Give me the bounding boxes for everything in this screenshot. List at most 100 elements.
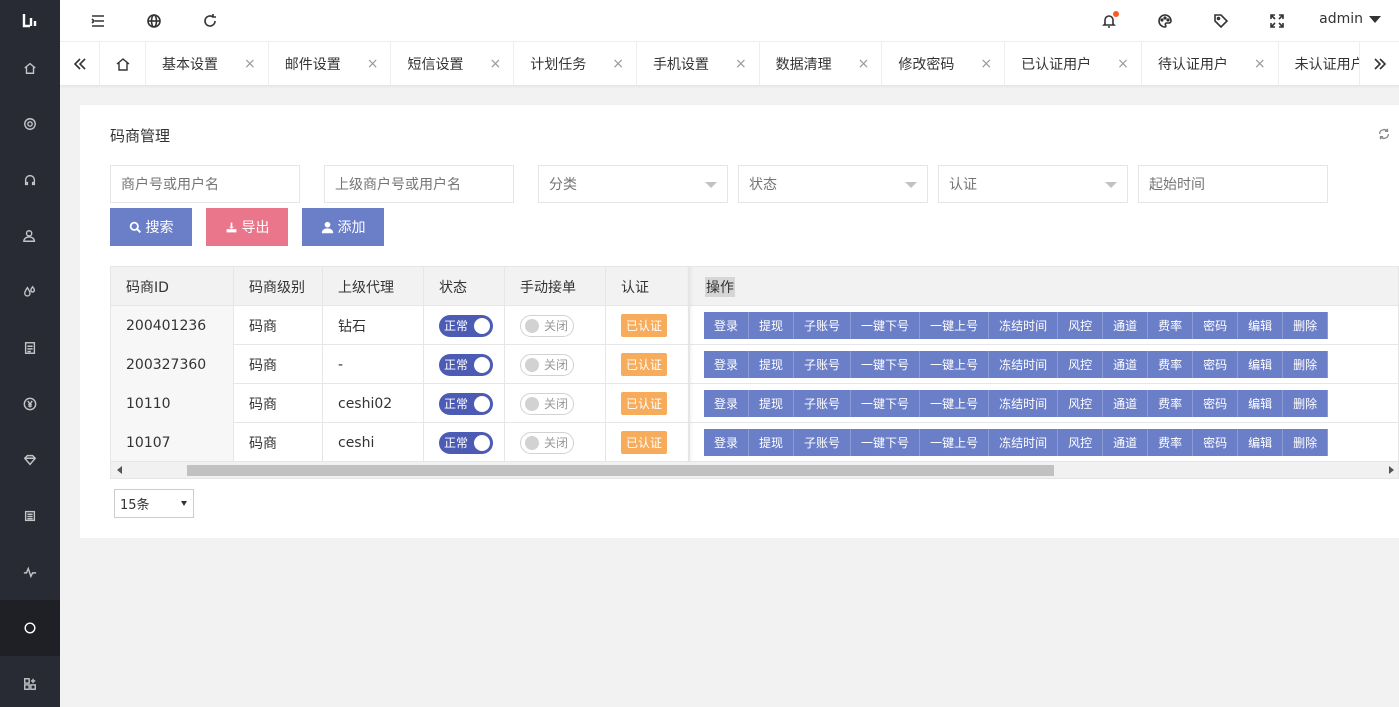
col-header-id[interactable]: 码商ID	[111, 267, 234, 306]
tab-scroll-right-button[interactable]	[1359, 42, 1399, 85]
palette-icon[interactable]	[1156, 12, 1174, 30]
action-button[interactable]: 风控	[1058, 429, 1104, 456]
action-button[interactable]: 费率	[1148, 351, 1194, 378]
sidebar-item-apps[interactable]	[0, 656, 60, 707]
close-icon[interactable]: ×	[1117, 56, 1129, 72]
action-button[interactable]: 编辑	[1238, 429, 1284, 456]
action-button[interactable]: 通道	[1103, 390, 1149, 417]
manual-order-switch[interactable]: 关闭	[520, 314, 574, 337]
sidebar-item-active[interactable]	[0, 600, 60, 656]
status-select[interactable]: 状态	[738, 165, 928, 203]
action-button[interactable]: 登录	[704, 312, 750, 339]
action-button[interactable]: 费率	[1148, 312, 1194, 339]
action-button[interactable]: 子账号	[794, 429, 852, 456]
status-switch[interactable]: 正常	[439, 314, 493, 337]
sidebar-item-support[interactable]	[0, 152, 60, 208]
menu-fold-icon[interactable]	[89, 12, 107, 30]
action-button[interactable]: 子账号	[794, 351, 852, 378]
scroll-right-arrow-icon[interactable]	[1389, 466, 1394, 474]
action-button[interactable]: 登录	[704, 351, 750, 378]
tab-item[interactable]: 手机设置 ×	[637, 42, 760, 85]
action-button[interactable]: 提现	[749, 312, 795, 339]
sidebar-item-settings[interactable]	[0, 96, 60, 152]
tab-item[interactable]: 计划任务 ×	[514, 42, 637, 85]
manual-order-switch[interactable]: 关闭	[520, 353, 574, 376]
action-button[interactable]: 子账号	[794, 312, 852, 339]
export-button[interactable]: 导出	[206, 208, 288, 246]
action-button[interactable]: 风控	[1058, 312, 1104, 339]
tab-scroll-left-button[interactable]	[60, 42, 100, 85]
action-button[interactable]: 一键下号	[851, 312, 921, 339]
close-icon[interactable]: ×	[858, 56, 870, 72]
manual-order-switch[interactable]: 关闭	[520, 431, 574, 454]
tab-item[interactable]: 待认证用户 ×	[1142, 42, 1279, 85]
action-button[interactable]: 通道	[1103, 351, 1149, 378]
status-switch[interactable]: 正常	[439, 353, 493, 376]
action-button[interactable]: 一键上号	[920, 429, 990, 456]
action-button[interactable]: 提现	[749, 351, 795, 378]
merchant-search-input[interactable]: 商户号或用户名	[110, 165, 300, 203]
tab-item[interactable]: 短信设置 ×	[391, 42, 515, 85]
action-button[interactable]: 删除	[1283, 312, 1329, 339]
close-icon[interactable]: ×	[489, 56, 501, 72]
action-button[interactable]: 登录	[704, 390, 750, 417]
close-icon[interactable]: ×	[735, 56, 747, 72]
fullscreen-icon[interactable]	[1268, 12, 1286, 30]
action-button[interactable]: 编辑	[1238, 390, 1284, 417]
action-button[interactable]: 冻结时间	[989, 429, 1059, 456]
sidebar-item-home[interactable]	[0, 40, 60, 96]
action-button[interactable]: 密码	[1193, 390, 1239, 417]
refresh-icon[interactable]	[201, 12, 219, 30]
scroll-thumb[interactable]	[187, 465, 1054, 476]
action-button[interactable]: 冻结时间	[989, 390, 1059, 417]
manual-order-switch[interactable]: 关闭	[520, 392, 574, 415]
action-button[interactable]: 编辑	[1238, 312, 1284, 339]
action-button[interactable]: 子账号	[794, 390, 852, 417]
status-switch[interactable]: 正常	[439, 392, 493, 415]
action-button[interactable]: 一键下号	[851, 351, 921, 378]
action-button[interactable]: 一键下号	[851, 390, 921, 417]
logo[interactable]	[0, 0, 60, 40]
action-button[interactable]: 提现	[749, 390, 795, 417]
sidebar-item-finance[interactable]	[0, 376, 60, 432]
action-button[interactable]: 提现	[749, 429, 795, 456]
start-time-input[interactable]: 起始时间	[1138, 165, 1328, 203]
action-button[interactable]: 删除	[1283, 390, 1329, 417]
action-button[interactable]: 删除	[1283, 351, 1329, 378]
sidebar-item-list[interactable]	[0, 488, 60, 544]
status-switch[interactable]: 正常	[439, 431, 493, 454]
action-button[interactable]: 编辑	[1238, 351, 1284, 378]
sidebar-item-diamond[interactable]	[0, 432, 60, 488]
col-header-manual[interactable]: 手动接单	[505, 267, 606, 306]
action-button[interactable]: 冻结时间	[989, 351, 1059, 378]
close-icon[interactable]: ×	[980, 56, 992, 72]
col-header-actions[interactable]: 操作	[690, 267, 1398, 306]
tab-item[interactable]: 数据清理 ×	[760, 42, 883, 85]
close-icon[interactable]: ×	[367, 56, 379, 72]
action-button[interactable]: 密码	[1193, 429, 1239, 456]
user-menu[interactable]: admin	[1319, 11, 1381, 27]
action-button[interactable]: 一键上号	[920, 390, 990, 417]
horizontal-scrollbar[interactable]	[111, 461, 1398, 478]
action-button[interactable]: 一键上号	[920, 312, 990, 339]
bell-icon[interactable]	[1100, 11, 1119, 30]
sidebar-item-drops[interactable]	[0, 264, 60, 320]
action-button[interactable]: 登录	[704, 429, 750, 456]
action-button[interactable]: 冻结时间	[989, 312, 1059, 339]
globe-icon[interactable]	[145, 12, 163, 30]
search-button[interactable]: 搜索	[110, 208, 192, 246]
action-button[interactable]: 费率	[1148, 390, 1194, 417]
action-button[interactable]: 风控	[1058, 351, 1104, 378]
action-button[interactable]: 通道	[1103, 429, 1149, 456]
tab-item[interactable]: 修改密码 ×	[882, 42, 1006, 85]
sidebar-item-users[interactable]	[0, 208, 60, 264]
page-size-select[interactable]: 15条	[114, 489, 194, 518]
action-button[interactable]: 密码	[1193, 351, 1239, 378]
card-refresh-icon[interactable]	[1377, 127, 1391, 141]
action-button[interactable]: 通道	[1103, 312, 1149, 339]
action-button[interactable]: 一键下号	[851, 429, 921, 456]
sidebar-item-monitor[interactable]	[0, 544, 60, 600]
close-icon[interactable]: ×	[612, 56, 624, 72]
col-header-level[interactable]: 码商级别	[234, 267, 323, 306]
auth-select[interactable]: 认证	[938, 165, 1128, 203]
